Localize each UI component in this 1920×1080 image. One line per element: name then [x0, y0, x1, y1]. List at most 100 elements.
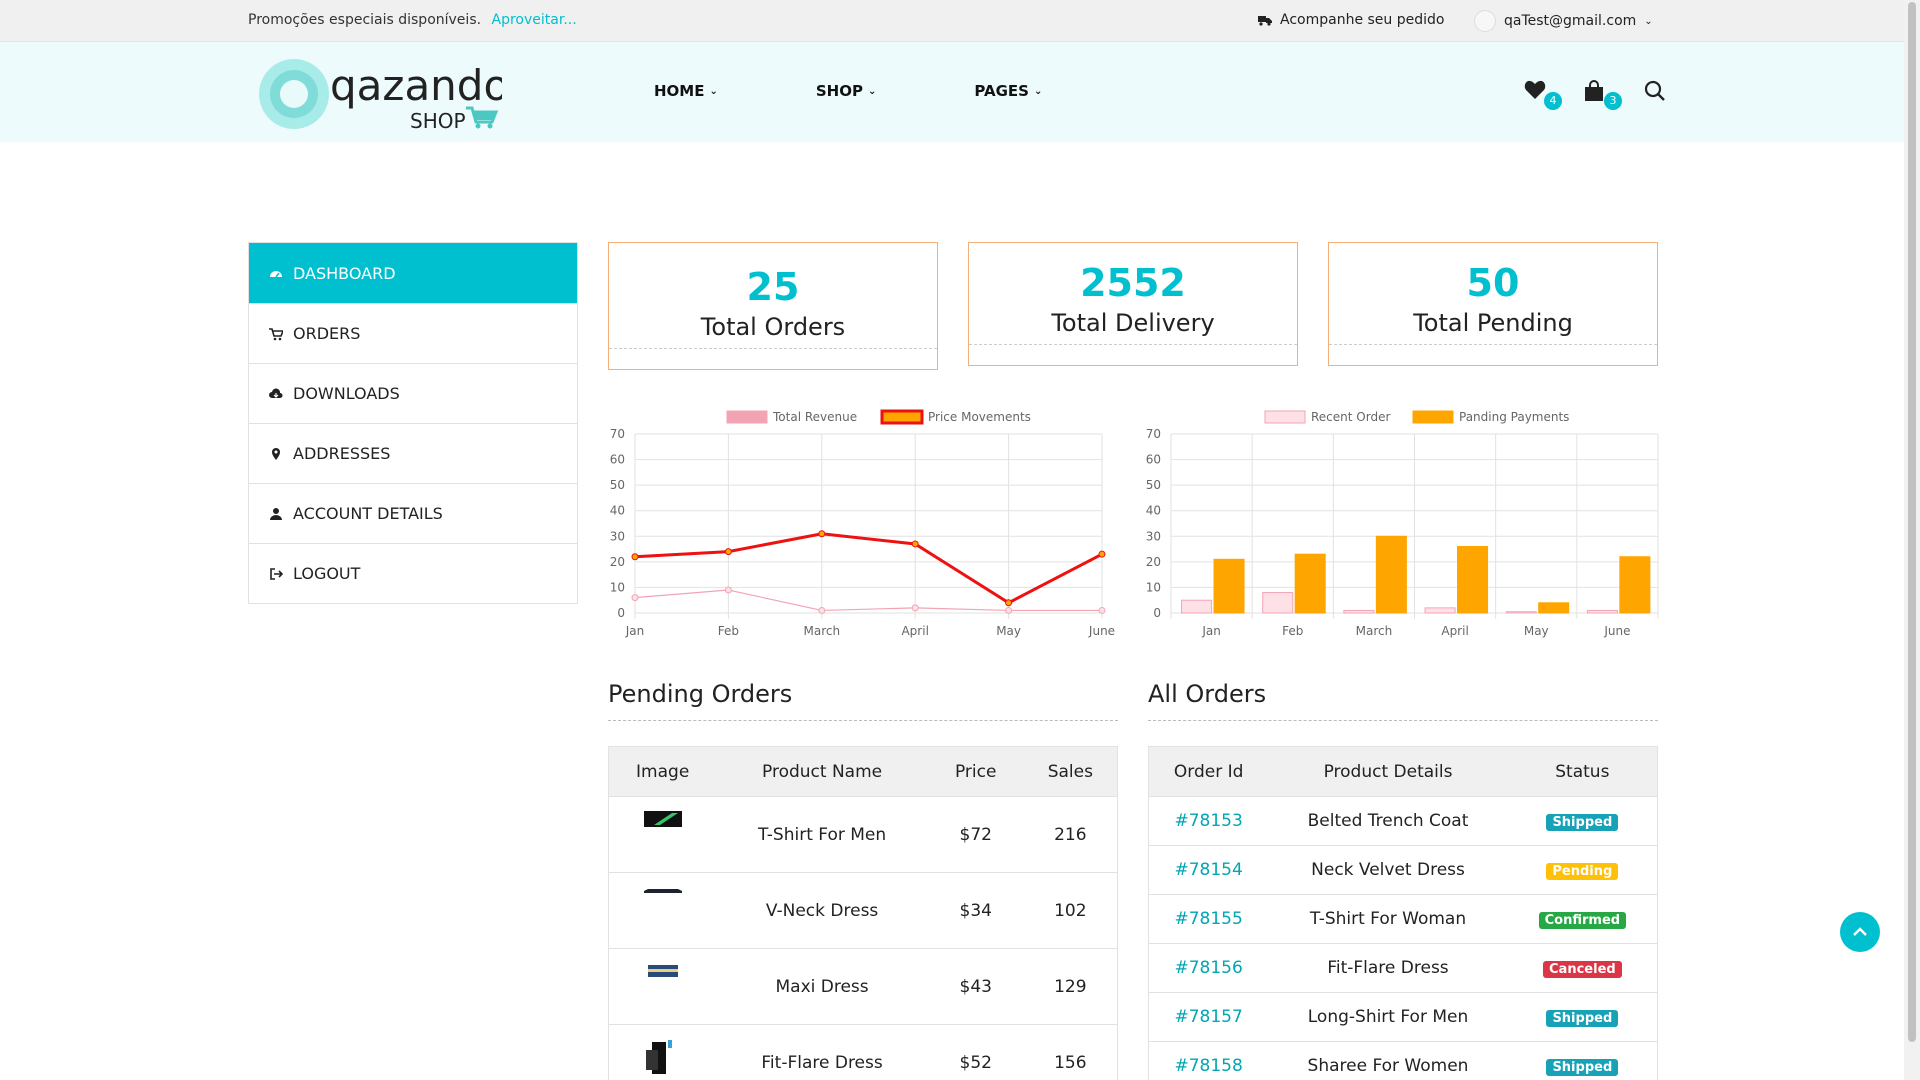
stat-card-total-pending: 50 Total Pending: [1328, 242, 1658, 366]
product-name: Fit-Flare Dress: [716, 1024, 928, 1080]
nav-pages[interactable]: PAGES ⌄: [974, 82, 1042, 100]
stat-card-total-orders: 25 Total Orders: [608, 242, 938, 370]
promo-link[interactable]: Aproveitar...: [492, 12, 577, 28]
cart-count-badge: 3: [1604, 92, 1622, 110]
y-tick-label: 0: [617, 606, 625, 620]
order-id-link[interactable]: #78156: [1174, 958, 1242, 978]
product-image-cell: [608, 796, 717, 873]
status-badge: Shipped: [1546, 814, 1619, 831]
status-cell: Canceled: [1507, 943, 1658, 993]
bar: [1343, 609, 1375, 614]
table-row: V-Neck Dress $34 102: [608, 872, 1118, 949]
y-tick-label: 70: [610, 427, 625, 441]
product-details: Fit-Flare Dress: [1268, 943, 1508, 993]
bar: [1262, 592, 1294, 614]
order-id-link[interactable]: #78153: [1174, 811, 1242, 831]
wishlist-count-badge: 4: [1544, 92, 1562, 110]
search-button[interactable]: [1644, 80, 1670, 106]
status-cell: Shipped: [1507, 1041, 1658, 1080]
sidebar-item-label: DOWNLOADS: [293, 384, 400, 403]
map-marker-icon: [272, 447, 280, 460]
data-point: [1098, 550, 1106, 558]
order-id-cell: #78155: [1148, 894, 1269, 944]
sidebar-item-account-details[interactable]: ACCOUNT DETAILS: [249, 483, 577, 543]
bar: [1213, 558, 1245, 614]
y-tick-label: 50: [610, 478, 625, 492]
legend-swatch: [1412, 410, 1454, 424]
x-tick-label: April: [901, 624, 928, 638]
status-badge: Confirmed: [1538, 912, 1627, 929]
scrollbar-thumb[interactable]: [1908, 2, 1916, 1042]
product-thumbnail[interactable]: [644, 963, 682, 979]
table-row: #78155 T-Shirt For Woman Confirmed: [1148, 894, 1658, 944]
chevron-up-icon: [1853, 927, 1867, 936]
data-point: [818, 530, 826, 538]
bar: [1619, 556, 1651, 614]
bar: [1586, 609, 1618, 614]
sidebar-item-dashboard[interactable]: DASHBOARD: [249, 243, 577, 303]
section-divider: [608, 720, 1118, 721]
nav-home[interactable]: HOME ⌄: [654, 82, 718, 100]
data-point: [1098, 606, 1106, 614]
wishlist-button[interactable]: 4: [1524, 80, 1562, 110]
product-details: T-Shirt For Woman: [1268, 894, 1508, 944]
product-sales: 216: [1023, 796, 1118, 873]
table-row: #78156 Fit-Flare Dress Canceled: [1148, 943, 1658, 993]
order-id-link[interactable]: #78154: [1174, 860, 1242, 880]
nav-pages-label: PAGES: [974, 82, 1029, 100]
column-header: Image: [608, 746, 717, 797]
legend-label: Recent Order: [1311, 410, 1390, 424]
track-order-link[interactable]: Acompanhe seu pedido: [1258, 12, 1444, 28]
search-icon: [1644, 80, 1665, 101]
sidebar-item-addresses[interactable]: ADDRESSES: [249, 423, 577, 483]
data-point: [631, 594, 639, 602]
y-tick-label: 60: [1146, 453, 1161, 467]
y-tick-label: 10: [610, 580, 625, 594]
back-to-top-button[interactable]: [1840, 912, 1880, 952]
bar: [1505, 611, 1537, 614]
table-row: #78153 Belted Trench Coat Shipped: [1148, 796, 1658, 846]
cart-button[interactable]: 3: [1584, 80, 1622, 110]
order-id-link[interactable]: #78157: [1174, 1007, 1242, 1027]
sidebar-item-label: DASHBOARD: [293, 263, 396, 283]
account-dropdown[interactable]: qaTest@gmail.com ⌄: [1474, 10, 1653, 32]
svg-text:qazando: qazando: [330, 61, 502, 110]
order-id-link[interactable]: #78158: [1174, 1056, 1242, 1076]
column-header: Sales: [1023, 746, 1118, 797]
legend-swatch: [880, 409, 924, 425]
y-tick-label: 20: [1146, 555, 1161, 569]
table-row: T-Shirt For Men $72 216: [608, 796, 1118, 873]
bar: [1181, 599, 1213, 614]
status-badge: Shipped: [1546, 1010, 1619, 1027]
bar: [1294, 553, 1326, 614]
sidebar-item-downloads[interactable]: DOWNLOADS: [249, 363, 577, 423]
order-id-link[interactable]: #78155: [1174, 909, 1242, 929]
product-name: T-Shirt For Men: [716, 796, 928, 873]
site-header: qazando SHOP HOME ⌄ SHOP ⌄ PAGES ⌄ 4 3: [0, 42, 1904, 142]
stat-card-total-delivery: 2552 Total Delivery: [968, 242, 1298, 366]
sidebar-item-orders[interactable]: ORDERS: [249, 303, 577, 363]
data-point: [1005, 606, 1013, 614]
chevron-down-icon: ⌄: [1644, 15, 1653, 27]
sidebar-item-logout[interactable]: LOGOUT: [249, 543, 577, 603]
x-tick-label: Feb: [1282, 624, 1303, 638]
data-point: [818, 606, 826, 614]
product-thumbnail[interactable]: [643, 887, 682, 903]
sidebar-item-label: LOGOUT: [293, 564, 361, 583]
nav-shop[interactable]: SHOP ⌄: [816, 82, 877, 100]
legend-label: Price Movements: [928, 410, 1031, 424]
card-divider: [1329, 344, 1657, 345]
sidebar-item-label: ACCOUNT DETAILS: [293, 504, 443, 523]
promo-text: Promoções especiais disponíveis.: [248, 12, 482, 28]
series-line: [634, 589, 1102, 612]
page-scrollbar[interactable]: [1904, 0, 1920, 1080]
track-order-label: Acompanhe seu pedido: [1280, 12, 1445, 28]
product-thumbnail[interactable]: [643, 810, 682, 827]
site-logo[interactable]: qazando SHOP: [258, 56, 502, 132]
y-tick-label: 40: [610, 504, 625, 518]
product-thumbnail[interactable]: [644, 1036, 682, 1076]
chevron-down-icon: ⌄: [709, 85, 718, 97]
data-point: [724, 548, 732, 556]
x-tick-label: May: [1524, 624, 1549, 638]
legend-label: Total Revenue: [772, 410, 857, 424]
